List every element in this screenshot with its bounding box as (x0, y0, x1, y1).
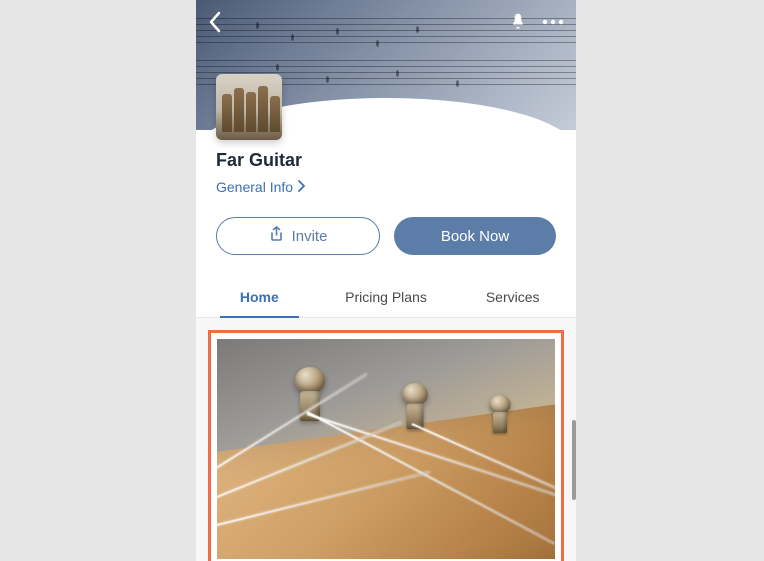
header (196, 0, 576, 130)
scrollbar[interactable] (572, 420, 576, 500)
content-area (196, 318, 576, 561)
bell-icon[interactable] (508, 12, 528, 32)
actions-row: Invite Book Now (196, 197, 576, 255)
page-title: Far Guitar (216, 150, 576, 171)
tab-label: Pricing Plans (345, 289, 427, 305)
book-now-button[interactable]: Book Now (394, 217, 556, 255)
app-screen: Far Guitar General Info Invite Book No (196, 0, 576, 561)
share-icon (269, 226, 284, 246)
back-icon[interactable] (208, 11, 222, 33)
invite-button[interactable]: Invite (216, 217, 380, 255)
tab-pricing-plans[interactable]: Pricing Plans (323, 279, 450, 317)
profile-body: Far Guitar General Info Invite Book No (196, 130, 576, 561)
nav-bar (196, 0, 576, 44)
book-label: Book Now (441, 228, 509, 245)
more-icon[interactable] (542, 19, 564, 25)
tab-label: Home (240, 289, 279, 305)
tab-home[interactable]: Home (196, 279, 323, 317)
featured-image-frame[interactable] (208, 330, 564, 561)
featured-image (217, 339, 555, 559)
avatar[interactable] (216, 74, 282, 140)
chevron-right-icon (297, 179, 305, 195)
tab-services[interactable]: Services (449, 279, 576, 317)
tabs: Home Pricing Plans Services (196, 279, 576, 318)
general-info-label: General Info (216, 179, 293, 195)
tab-label: Services (486, 289, 540, 305)
general-info-link[interactable]: General Info (216, 179, 305, 195)
invite-label: Invite (292, 228, 328, 245)
